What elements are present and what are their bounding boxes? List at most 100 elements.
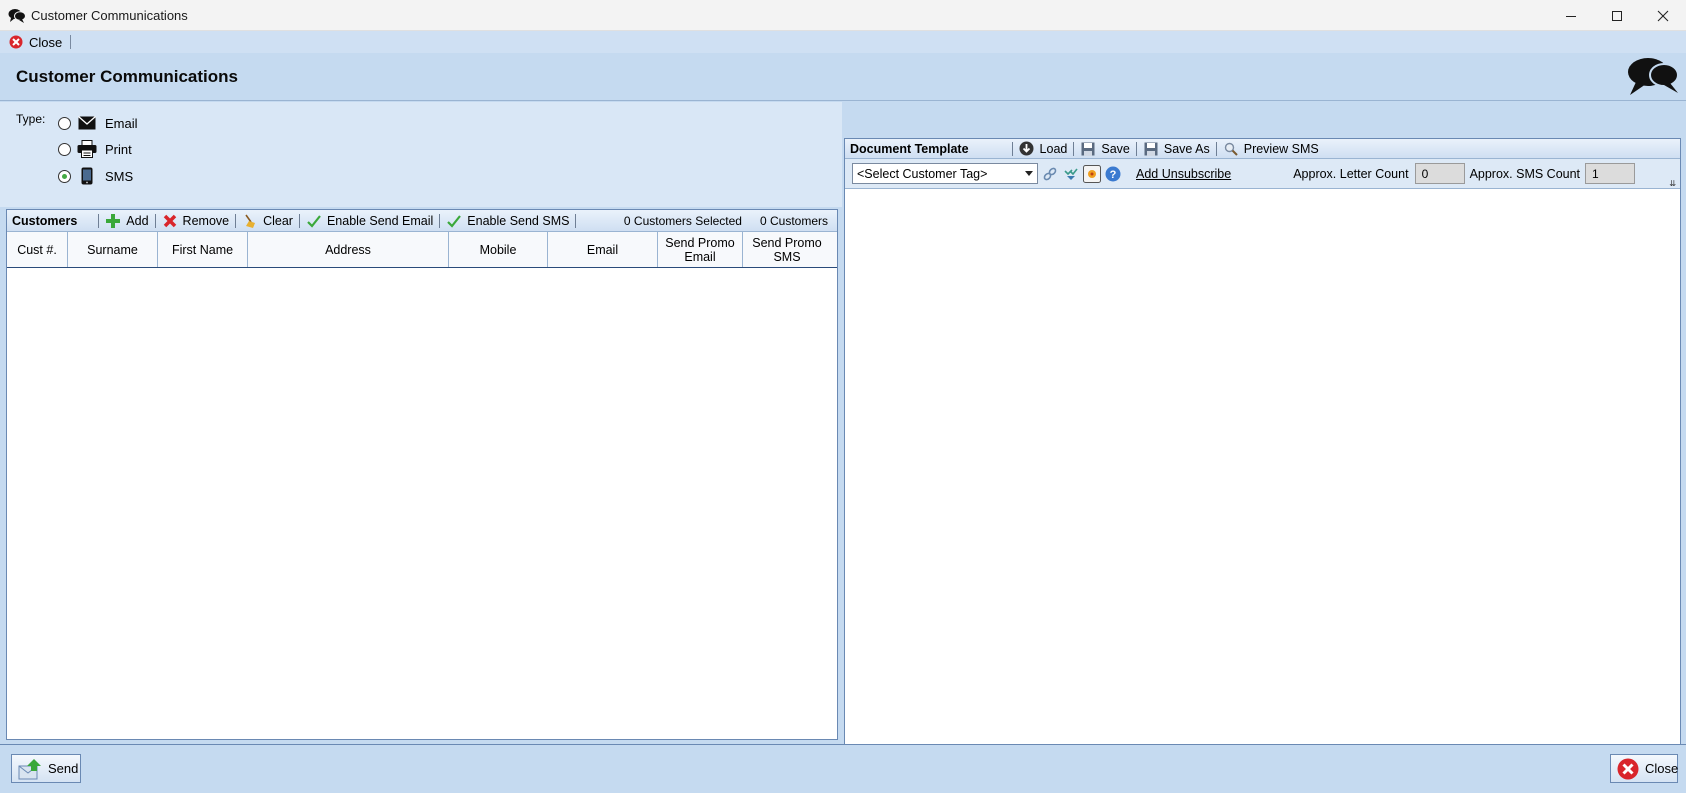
toolbar-separator [70, 35, 72, 49]
maximize-icon [1612, 10, 1622, 21]
red-x-icon [162, 213, 178, 229]
letter-count-field: 0 [1414, 163, 1465, 184]
magnifier-icon [1223, 141, 1239, 157]
customers-selected-count: 0 Customers Selected [623, 213, 742, 228]
column-header-surname[interactable]: Surname [68, 232, 158, 267]
customers-total-count: 0 Customers [759, 213, 828, 228]
download-icon [1019, 141, 1035, 157]
clear-label: Clear [263, 213, 293, 228]
minimize-icon [1566, 15, 1576, 17]
help-icon[interactable]: ? [1104, 165, 1122, 183]
close-circle-icon [9, 35, 23, 49]
clear-button[interactable]: Clear [239, 213, 296, 229]
column-header-cust-no[interactable]: Cust #. [7, 232, 68, 267]
send-upload-icon [18, 758, 42, 780]
toolbar-separator [1073, 141, 1075, 156]
column-header-first-name[interactable]: First Name [158, 232, 248, 267]
minimize-button[interactable] [1548, 0, 1594, 31]
speech-bubbles-icon [8, 8, 26, 24]
remove-customer-button[interactable]: Remove [159, 213, 233, 229]
sms-radio[interactable] [58, 169, 71, 183]
customers-title: Customers [12, 213, 78, 228]
customers-panel: Customers Add Remove Clear Enable Send E… [6, 209, 838, 740]
window-titlebar: Customer Communications [0, 0, 1686, 31]
column-header-address[interactable]: Address [248, 232, 449, 267]
column-header-mobile[interactable]: Mobile [449, 232, 548, 267]
expand-chevron-icon[interactable]: ⇊ [1669, 179, 1676, 188]
enable-send-sms-button[interactable]: Enable Send SMS [443, 213, 572, 229]
print-option-label: Print [105, 141, 132, 157]
template-editor[interactable] [845, 190, 1680, 771]
enable-send-sms-label: Enable Send SMS [467, 213, 570, 228]
save-template-button[interactable]: Save [1077, 141, 1133, 157]
document-template-panel: Document Template Load Save Save As Prev… [844, 138, 1681, 772]
email-radio[interactable] [58, 116, 71, 130]
toolbar-separator [154, 213, 156, 228]
add-label: Add [126, 213, 149, 228]
print-radio[interactable] [58, 142, 71, 156]
page-header: Customer Communications [0, 53, 1686, 101]
customer-tag-select[interactable]: <Select Customer Tag> [852, 163, 1038, 184]
send-button[interactable]: Send [11, 754, 81, 783]
add-unsubscribe-link[interactable]: Add Unsubscribe [1136, 167, 1231, 181]
top-close-label: Close [29, 34, 63, 50]
bottom-close-label: Close [1645, 761, 1679, 776]
customer-tag-value: <Select Customer Tag> [857, 166, 988, 181]
close-circle-icon [1617, 758, 1639, 780]
column-header-email[interactable]: Email [548, 232, 658, 267]
close-icon [1657, 10, 1669, 21]
toolbar-separator [1135, 141, 1137, 156]
template-options-row: <Select Customer Tag> ? Add Unsubscribe … [845, 159, 1680, 189]
toolbar-separator [98, 213, 100, 228]
toolbar-separator [235, 213, 237, 228]
insert-field-icon[interactable] [1083, 164, 1101, 183]
type-option-sms[interactable]: SMS [58, 167, 133, 185]
bottom-close-button[interactable]: Close [1610, 754, 1678, 783]
type-section: Type: Email Print SMS [0, 102, 842, 207]
load-template-button[interactable]: Load [1016, 141, 1071, 157]
sms-count-field: 1 [1585, 163, 1636, 184]
type-option-email[interactable]: Email [58, 114, 138, 132]
dropdown-arrow-icon [1025, 171, 1033, 176]
save-as-template-button[interactable]: Save As [1140, 141, 1213, 157]
customers-grid-body[interactable] [7, 269, 837, 739]
envelope-icon [77, 114, 97, 132]
toolbar-separator [575, 213, 577, 228]
remove-label: Remove [182, 213, 230, 228]
check-down-icon[interactable] [1062, 165, 1080, 183]
send-label: Send [48, 761, 79, 776]
speech-bubbles-logo-icon [1628, 58, 1679, 95]
customer-counts: 0 Customers Selected 0 Customers [615, 214, 837, 228]
toolbar-separator [439, 213, 441, 228]
save-as-label: Save As [1163, 141, 1210, 156]
floppy-disk-icon [1143, 141, 1159, 157]
document-template-title: Document Template [850, 141, 969, 156]
column-header-send-promo-sms[interactable]: Send Promo SMS [743, 232, 831, 267]
toolbar-separator [1011, 141, 1013, 156]
load-label: Load [1039, 141, 1068, 156]
window-close-button[interactable] [1640, 0, 1686, 31]
top-close-button[interactable]: Close [0, 31, 62, 53]
checkmark-icon [306, 213, 322, 229]
add-customer-button[interactable]: Add [102, 213, 151, 229]
sms-option-label: SMS [105, 168, 134, 184]
app-body: Close Customer Communications Type: Emai… [0, 31, 1686, 793]
save-label: Save [1101, 141, 1130, 156]
window-title: Customer Communications [31, 8, 188, 23]
type-option-print[interactable]: Print [58, 140, 132, 158]
toolbar-separator [1215, 141, 1217, 156]
toolbar-separator [298, 213, 300, 228]
preview-sms-button[interactable]: Preview SMS [1220, 141, 1322, 157]
maximize-button[interactable] [1594, 0, 1640, 31]
enable-send-email-label: Enable Send Email [326, 213, 434, 228]
bottom-bar: Send Close [0, 744, 1686, 793]
link-icon[interactable] [1041, 165, 1059, 183]
top-toolbar: Close [0, 31, 1686, 53]
customers-toolbar: Customers Add Remove Clear Enable Send E… [7, 210, 837, 232]
customers-grid-header: Cust #. Surname First Name Address Mobil… [7, 232, 837, 268]
column-header-send-promo-email[interactable]: Send Promo Email [658, 232, 743, 267]
preview-sms-label: Preview SMS [1243, 141, 1319, 156]
enable-send-email-button[interactable]: Enable Send Email [303, 213, 436, 229]
type-label: Type: [16, 112, 46, 126]
letter-count-label: Approx. Letter Count [1293, 166, 1409, 181]
